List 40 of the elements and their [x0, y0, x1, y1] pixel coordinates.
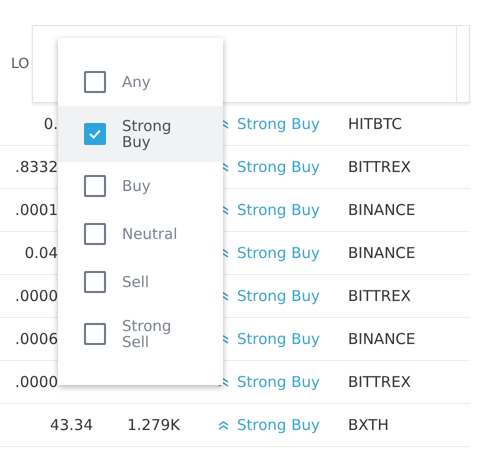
exchange-text: BITTREX	[348, 156, 411, 178]
rating-text: Strong Buy	[237, 328, 320, 350]
filter-option[interactable]: Any	[58, 58, 223, 106]
rating-text: Strong Buy	[237, 242, 320, 264]
price-text: .8332	[15, 158, 58, 176]
price-text: 0.04	[24, 244, 58, 262]
rating-text: Strong Buy	[237, 372, 320, 393]
exchange-text: BINANCE	[348, 328, 416, 350]
exchange-text: BINANCE	[348, 200, 416, 221]
price-text: .0000	[15, 286, 58, 305]
volume-text: 1.279K	[127, 416, 180, 434]
exchange-text: BITTREX	[348, 372, 411, 393]
filter-option[interactable]: Buy	[58, 162, 223, 210]
rating-text: Strong Buy	[237, 414, 320, 436]
checkbox[interactable]	[84, 123, 106, 145]
checkbox[interactable]	[84, 271, 106, 293]
column-header[interactable]: LO	[0, 54, 32, 74]
checkbox[interactable]	[84, 71, 106, 93]
double-chevron-icon	[218, 420, 229, 430]
rating-text: Strong Buy	[237, 114, 320, 135]
checkbox[interactable]	[84, 223, 106, 245]
filter-option[interactable]: Neutral	[58, 210, 223, 258]
exchange-text: HITBTC	[348, 114, 402, 135]
checkbox[interactable]	[84, 175, 106, 197]
checkbox[interactable]	[84, 323, 106, 345]
rating-text: Strong Buy	[237, 200, 320, 221]
filter-option[interactable]: Strong Sell	[58, 306, 223, 362]
exchange-text: BITTREX	[348, 286, 411, 307]
filter-option[interactable]: Sell	[58, 258, 223, 306]
check-icon	[89, 129, 101, 139]
price-text: .0001	[15, 200, 58, 219]
exchange-text: BXTH	[348, 414, 389, 436]
filter-option[interactable]: Strong Buy	[58, 106, 223, 162]
price-text: 43.34	[50, 416, 93, 434]
price-text: .0006	[15, 330, 58, 348]
price-text: 0.	[44, 114, 58, 133]
price-text: .0000	[15, 372, 58, 391]
rating-text: Strong Buy	[237, 156, 320, 178]
rating-text: Strong Buy	[237, 286, 320, 307]
exchange-text: BINANCE	[348, 242, 416, 264]
